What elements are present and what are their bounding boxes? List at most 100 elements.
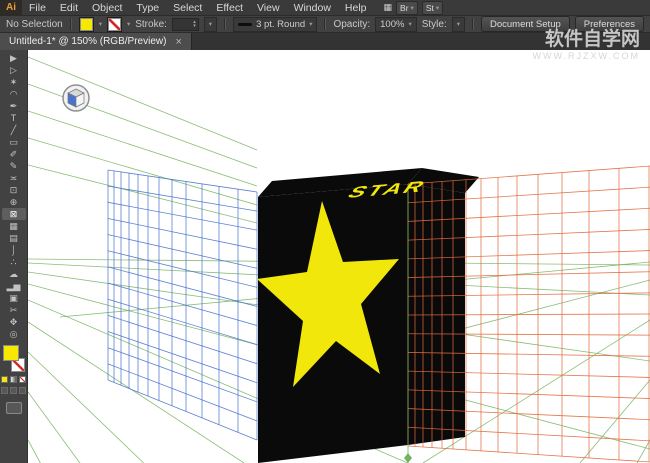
width-tool[interactable]: ≍ bbox=[2, 172, 26, 184]
opacity-value: 100% bbox=[380, 19, 404, 30]
pencil-tool[interactable]: ✎ bbox=[2, 160, 26, 172]
pen-icon: ✒ bbox=[10, 100, 18, 112]
menu-items: FileEditObjectTypeSelectEffectViewWindow… bbox=[22, 0, 374, 15]
document-setup-button[interactable]: Document Setup bbox=[481, 16, 570, 32]
artboard-view[interactable]: STAR bbox=[28, 50, 650, 463]
bridge-label: Br bbox=[400, 3, 409, 13]
screen-mode-button[interactable] bbox=[6, 402, 22, 414]
perspective-grid-tool[interactable]: ⊠ bbox=[2, 208, 26, 220]
eyedropper-icon: ⌡ bbox=[11, 244, 16, 256]
artboard-tool[interactable]: ▣ bbox=[2, 292, 26, 304]
perspective-grid-icon: ⊠ bbox=[10, 208, 18, 220]
app-bar-extras: ▦ Br ▾ St ▾ bbox=[384, 1, 444, 15]
lasso-tool[interactable]: ◠ bbox=[2, 88, 26, 100]
style-dropdown[interactable]: ▾ bbox=[452, 17, 465, 32]
chevron-down-icon[interactable]: ▾ bbox=[99, 20, 102, 28]
fill-color-swatch[interactable] bbox=[79, 17, 94, 32]
type-tool[interactable]: T bbox=[2, 112, 26, 124]
menu-file[interactable]: File bbox=[22, 0, 53, 16]
direct-selection-tool[interactable]: ▷ bbox=[2, 64, 26, 76]
hand-tool[interactable]: ✥ bbox=[2, 316, 26, 328]
selection-icon: ▶ bbox=[10, 52, 17, 64]
menu-effect[interactable]: Effect bbox=[209, 0, 250, 16]
chevron-down-icon: ▾ bbox=[408, 20, 411, 28]
line-segment-tool[interactable]: ╱ bbox=[2, 124, 26, 136]
ground-grid-upper-left bbox=[28, 57, 257, 223]
slice-tool[interactable]: ✂ bbox=[2, 304, 26, 316]
fill-stroke-indicator bbox=[2, 345, 26, 372]
brush-definition-dropdown[interactable]: 3 pt. Round ▾ bbox=[233, 17, 317, 32]
rectangle-tool[interactable]: ▭ bbox=[2, 136, 26, 148]
menu-edit[interactable]: Edit bbox=[53, 0, 85, 16]
illustrator-logo[interactable]: Ai bbox=[0, 0, 22, 16]
direct-selection-icon: ▷ bbox=[10, 64, 17, 76]
menu-object[interactable]: Object bbox=[85, 0, 129, 16]
left-perspective-plane-grid bbox=[108, 170, 257, 440]
stroke-weight-input[interactable]: ▴▾ bbox=[172, 18, 199, 31]
zoom-tool[interactable]: ◎ bbox=[2, 328, 26, 340]
hand-icon: ✥ bbox=[10, 316, 18, 328]
blend-tool[interactable]: ∴ bbox=[2, 256, 26, 268]
chevron-down-icon: ▾ bbox=[411, 4, 414, 12]
menu-window[interactable]: Window bbox=[287, 0, 338, 16]
mesh-tool[interactable]: ▦ bbox=[2, 220, 26, 232]
shape-builder-tool[interactable]: ⊕ bbox=[2, 196, 26, 208]
arrange-documents-icon[interactable]: ▦ bbox=[384, 2, 393, 13]
free-transform-icon: ⊡ bbox=[10, 184, 18, 196]
brush-definition-value: 3 pt. Round bbox=[256, 19, 305, 30]
draw-mode-row bbox=[1, 387, 26, 394]
eyedropper-tool[interactable]: ⌡ bbox=[2, 244, 26, 256]
selection-status: No Selection bbox=[6, 19, 63, 30]
zoom-icon: ◎ bbox=[10, 328, 18, 340]
lasso-icon: ◠ bbox=[10, 88, 18, 100]
column-graph-icon: ▂▅ bbox=[7, 280, 21, 292]
separator bbox=[224, 18, 226, 30]
stock-button[interactable]: St ▾ bbox=[422, 1, 443, 15]
document-tab-bar: Untitled-1* @ 150% (RGB/Preview) × bbox=[0, 33, 650, 50]
slice-icon: ✂ bbox=[10, 304, 18, 316]
brush-stroke-preview-icon bbox=[238, 23, 252, 26]
preferences-button[interactable]: Preferences bbox=[575, 16, 644, 32]
separator bbox=[472, 18, 474, 30]
artwork-black-box[interactable] bbox=[257, 168, 479, 463]
bridge-button[interactable]: Br ▾ bbox=[396, 1, 418, 15]
paintbrush-tool[interactable]: ✐ bbox=[2, 148, 26, 160]
gradient-button[interactable] bbox=[10, 376, 17, 383]
chevron-down-icon: ▾ bbox=[457, 20, 460, 28]
magic-wand-tool[interactable]: ✶ bbox=[2, 76, 26, 88]
none-button[interactable] bbox=[19, 376, 26, 383]
draw-inside-button[interactable] bbox=[19, 387, 26, 394]
style-label: Style: bbox=[422, 19, 447, 30]
pen-tool[interactable]: ✒ bbox=[2, 100, 26, 112]
stroke-label: Stroke: bbox=[135, 19, 167, 30]
gradient-tool[interactable]: ▤ bbox=[2, 232, 26, 244]
document-tab[interactable]: Untitled-1* @ 150% (RGB/Preview) × bbox=[0, 33, 192, 50]
color-button[interactable] bbox=[1, 376, 8, 383]
stroke-color-swatch[interactable] bbox=[107, 17, 122, 32]
selection-tool[interactable]: ▶ bbox=[2, 52, 26, 64]
draw-normal-button[interactable] bbox=[1, 387, 8, 394]
stroke-profile-dropdown[interactable]: ▾ bbox=[204, 17, 217, 32]
chevron-down-icon[interactable]: ▾ bbox=[127, 20, 130, 28]
color-mode-row bbox=[1, 376, 26, 383]
opacity-label: Opacity: bbox=[333, 19, 370, 30]
column-graph-tool[interactable]: ▂▅ bbox=[2, 280, 26, 292]
chevron-down-icon: ▾ bbox=[309, 20, 312, 28]
menu-select[interactable]: Select bbox=[166, 0, 209, 16]
opacity-dropdown[interactable]: 100% ▾ bbox=[375, 17, 417, 32]
canvas[interactable]: STAR bbox=[28, 50, 650, 463]
menu-help[interactable]: Help bbox=[338, 0, 374, 16]
chevron-down-icon: ▾ bbox=[436, 4, 439, 12]
close-icon[interactable]: × bbox=[175, 37, 181, 47]
spinner-arrows-icon[interactable]: ▴▾ bbox=[193, 20, 196, 28]
draw-behind-button[interactable] bbox=[10, 387, 17, 394]
symbol-sprayer-tool[interactable]: ☁ bbox=[2, 268, 26, 280]
magic-wand-icon: ✶ bbox=[10, 76, 18, 88]
menu-view[interactable]: View bbox=[250, 0, 287, 16]
plane-switching-widget[interactable] bbox=[63, 85, 89, 111]
artboard-icon: ▣ bbox=[9, 292, 18, 304]
menu-type[interactable]: Type bbox=[129, 0, 166, 16]
fill-swatch[interactable] bbox=[3, 345, 19, 361]
type-icon: T bbox=[11, 112, 17, 124]
free-transform-tool[interactable]: ⊡ bbox=[2, 184, 26, 196]
